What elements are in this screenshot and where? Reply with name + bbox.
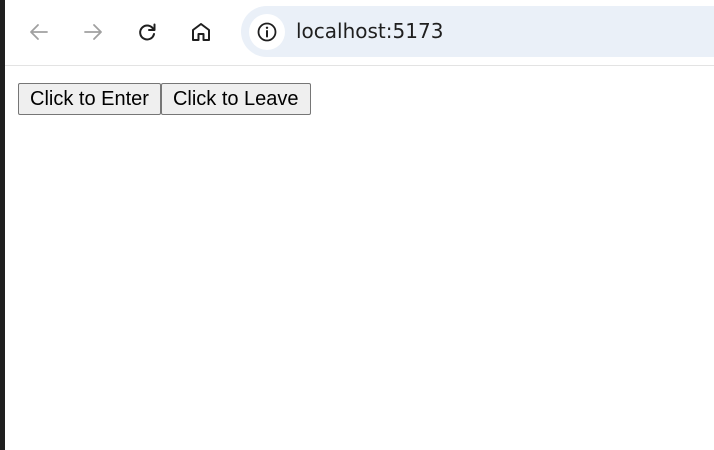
site-info-button[interactable] xyxy=(249,14,285,50)
info-icon xyxy=(257,22,277,42)
button-row: Click to Enter Click to Leave xyxy=(18,83,311,115)
browser-toolbar: localhost:5173 xyxy=(5,0,714,66)
arrow-left-icon xyxy=(30,24,48,40)
reload-button[interactable] xyxy=(129,14,165,50)
enter-button[interactable]: Click to Enter xyxy=(18,83,161,115)
forward-button[interactable] xyxy=(75,14,111,50)
reload-icon xyxy=(139,23,156,41)
home-icon xyxy=(192,23,210,41)
page-content: Click to Enter Click to Leave xyxy=(5,67,714,450)
home-button[interactable] xyxy=(183,14,219,50)
back-button[interactable] xyxy=(21,14,57,50)
arrow-right-icon xyxy=(84,24,102,40)
url-text[interactable]: localhost:5173 xyxy=(296,18,443,44)
address-bar[interactable]: localhost:5173 xyxy=(241,6,714,57)
leave-button[interactable]: Click to Leave xyxy=(160,83,311,115)
browser-window: localhost:5173 Click to Enter Click to L… xyxy=(0,0,714,450)
